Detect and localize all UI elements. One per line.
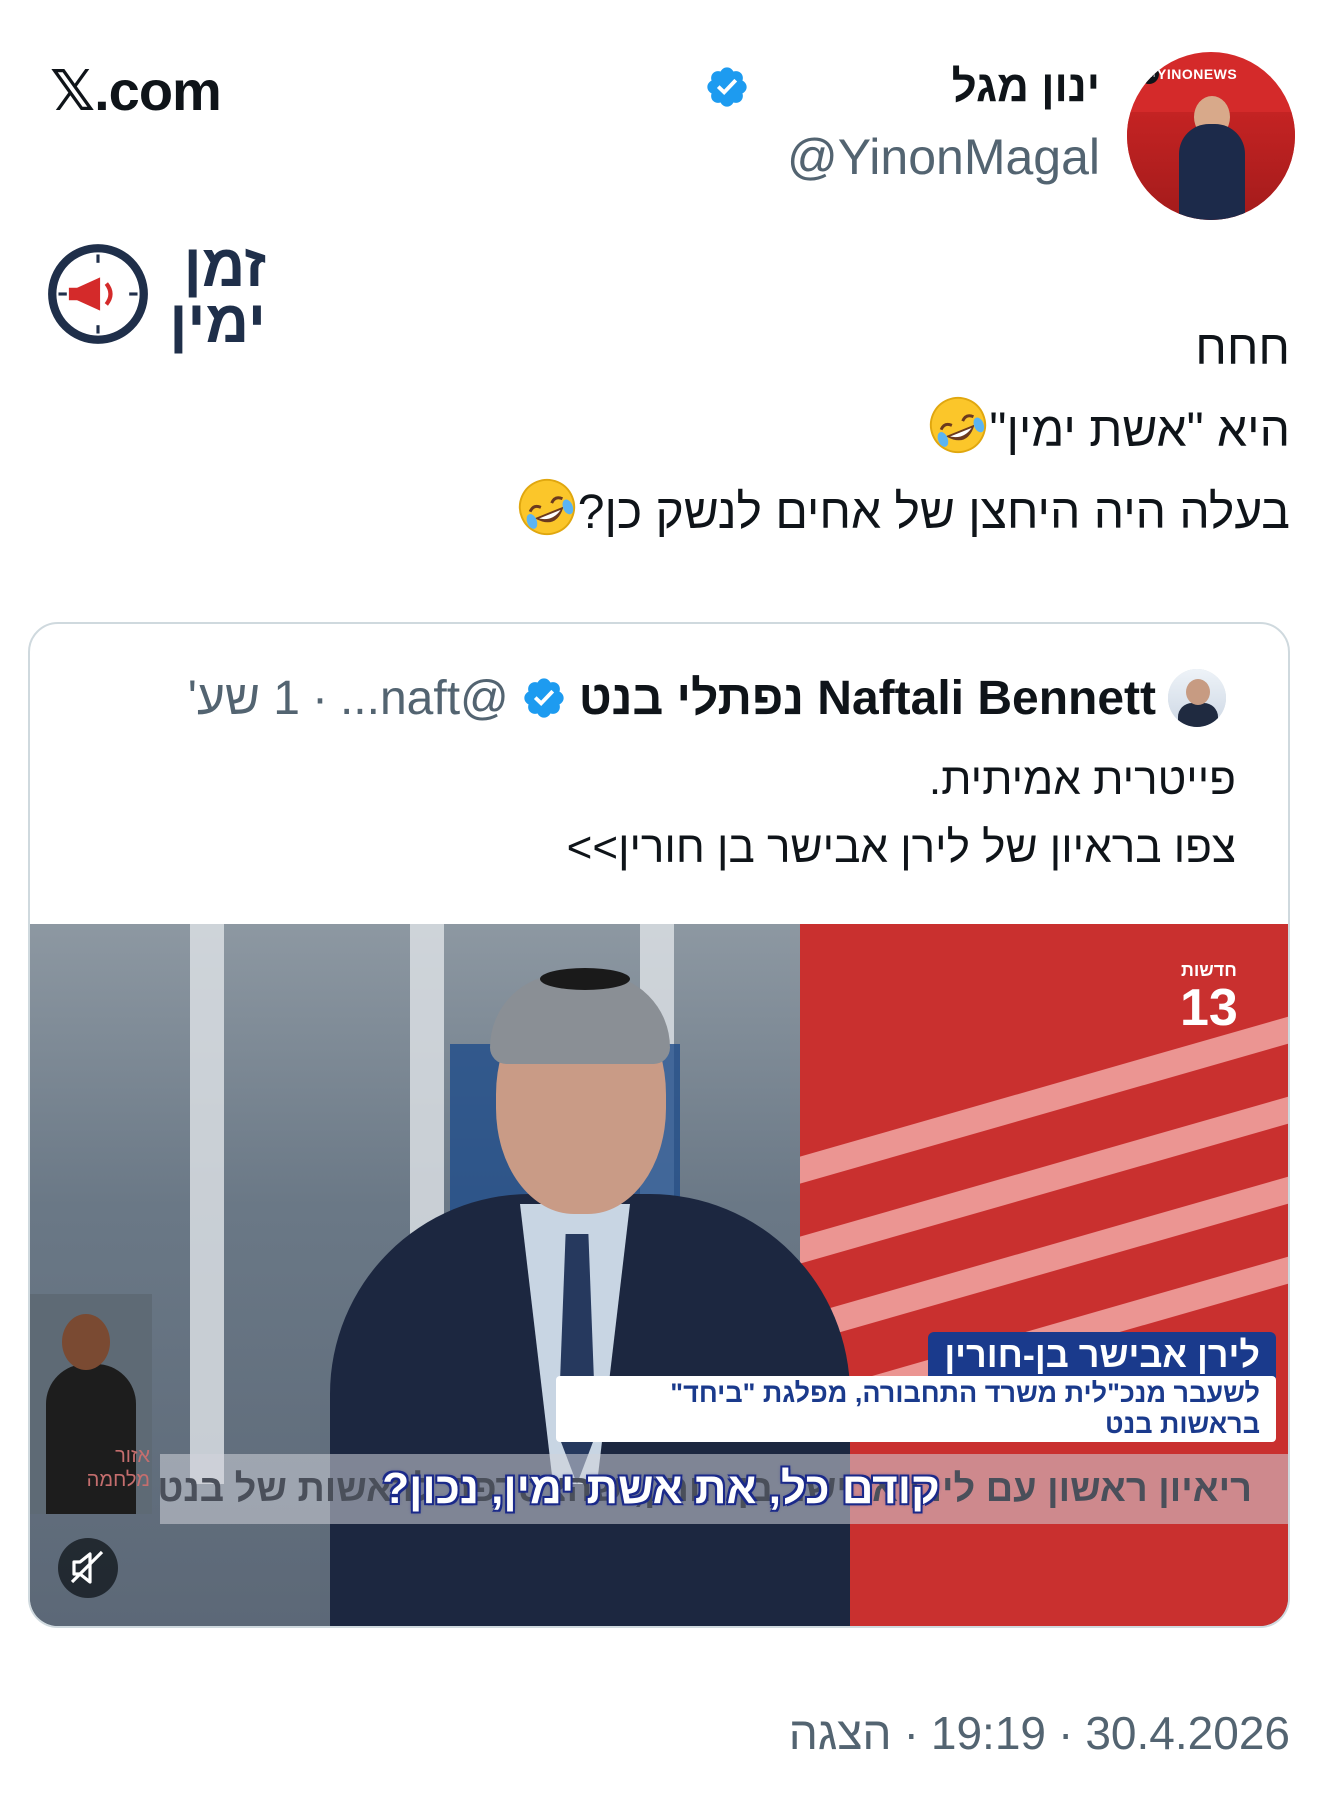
quoted-tweet-header: Naftali Bennett נפתלי בנט @naft... · 1 ש…	[188, 669, 1226, 727]
video-subtitle: קודם כל, את אשת ימין, נכון?	[382, 1464, 940, 1513]
channel-logo: חדשות 13	[1180, 960, 1238, 1037]
site-logo[interactable]: 𝕏.com	[50, 58, 222, 124]
author-avatar[interactable]: 1M YINONEWS	[1127, 52, 1295, 220]
quoted-author-avatar[interactable]	[1168, 669, 1226, 727]
avatar-badge-text: YINONEWS	[1157, 66, 1238, 82]
tweet-line: בעלה היה היחצן של אחים לנשק כן?	[190, 472, 1290, 554]
tweet-date: 30.4.2026	[1085, 1707, 1290, 1759]
lower-third-role: לשעבר מנכ"לית משרד התחבורה, מפלגת "ביחד"…	[556, 1376, 1276, 1442]
avatar-corner-badge: 1M	[1139, 64, 1159, 84]
quoted-tweet-card[interactable]: Naftali Bennett נפתלי בנט @naft... · 1 ש…	[28, 622, 1290, 1628]
speaker-muted-icon	[70, 1550, 104, 1584]
tweet-metadata: 30.4.2026·19:19·הצגה	[788, 1707, 1290, 1759]
quoted-author-handle[interactable]: @naft...	[340, 671, 509, 726]
separator-dot: ·	[311, 671, 328, 725]
mute-button[interactable]	[58, 1538, 118, 1598]
megaphone-clock-icon	[48, 244, 148, 344]
verified-badge-icon	[707, 67, 747, 107]
tweet-text: חחח היא "אשת ימין" בעלה היה היחצן של אחי…	[190, 308, 1290, 554]
rofl-emoji-icon	[518, 478, 575, 536]
rofl-emoji-icon	[930, 396, 987, 454]
quoted-tweet-text: פייטרית אמיתית. צפו בראיון של לירן אבישר…	[566, 755, 1236, 872]
quoted-author-name[interactable]: Naftali Bennett נפתלי בנט	[579, 671, 1156, 726]
video-player[interactable]: חדשות 13 אזור מלחמה לירן אבישר בן-חורין …	[30, 924, 1288, 1626]
tweet-line: חחח	[1195, 322, 1290, 375]
lower-third-name: לירן אבישר בן-חורין	[928, 1332, 1276, 1378]
tweet-line: היא "אשת ימין"	[190, 390, 1290, 472]
quoted-timestamp[interactable]: 1 שע'	[188, 671, 300, 726]
author-display-name[interactable]: ינון מגל	[952, 62, 1100, 112]
verified-badge-icon	[524, 678, 564, 718]
author-handle[interactable]: @YinonMagal	[787, 128, 1100, 186]
views-label[interactable]: הצגה	[789, 1707, 892, 1759]
tweet-time: 19:19	[930, 1707, 1047, 1759]
